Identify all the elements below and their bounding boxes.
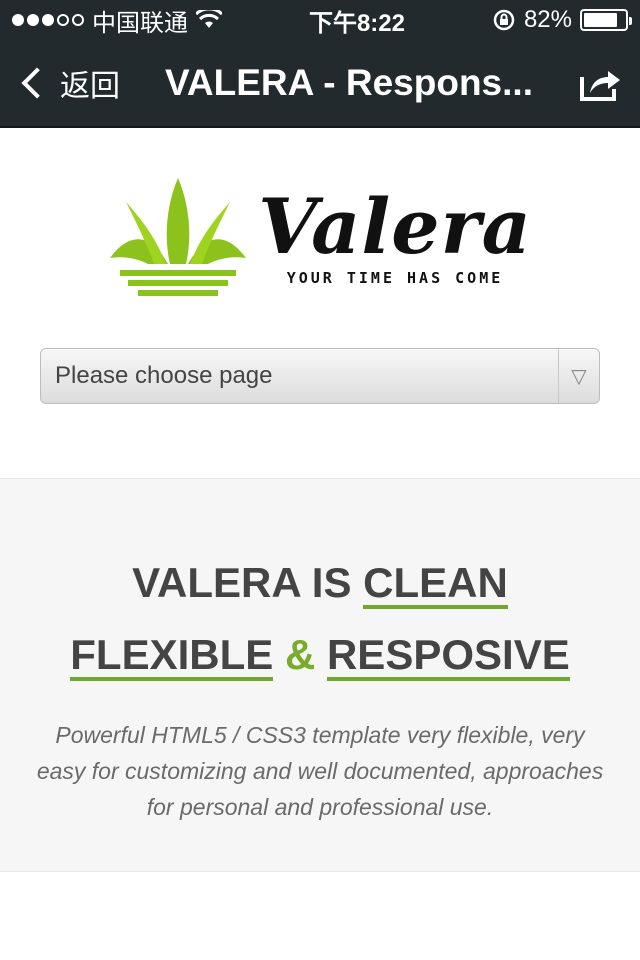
headline-ampersand: &	[284, 631, 316, 678]
share-icon[interactable]	[578, 63, 622, 103]
headline-responsive: RESPOSIVE	[326, 633, 570, 681]
signal-strength-icon	[12, 14, 84, 26]
leaf-icon	[110, 178, 247, 296]
wifi-icon	[196, 10, 222, 28]
battery-percent: 82%	[523, 6, 572, 33]
page-select[interactable]: Please choose page ▽	[40, 348, 600, 404]
navigation-bar: 返回 VALERA - Respons...	[0, 40, 640, 128]
rotation-lock-icon	[493, 9, 515, 31]
hero-section: VALERA IS CLEAN FLEXIBLE & RESPOSIVE Pow…	[0, 478, 640, 872]
hero-description: Powerful HTML5 / CSS3 template very flex…	[36, 722, 604, 820]
hero-headline: VALERA IS CLEAN FLEXIBLE & RESPOSIVE	[0, 547, 640, 691]
battery-icon	[580, 9, 632, 31]
headline-prefix: VALERA IS	[132, 559, 352, 606]
page-title: VALERA - Respons...	[165, 62, 533, 103]
chevron-down-icon[interactable]: ▽	[558, 349, 599, 403]
chevron-left-icon	[21, 67, 53, 99]
carrier-name: 中国联通	[92, 9, 188, 37]
headline-flexible: FLEXIBLE	[70, 633, 274, 681]
valera-logo[interactable]: Valera YOUR TIME HAS COME	[108, 176, 532, 300]
page-select-value: Please choose page	[55, 362, 273, 389]
brand-tagline: YOUR TIME HAS COME	[286, 269, 504, 287]
logo-area: Valera YOUR TIME HAS COME	[0, 128, 640, 348]
back-button[interactable]: 返回	[18, 61, 120, 105]
brand-name: Valera	[258, 182, 532, 271]
status-time: 下午8:22	[308, 9, 405, 37]
status-bar: 中国联通 下午8:22 82%	[0, 0, 640, 40]
headline-clean: CLEAN	[363, 561, 508, 609]
back-label: 返回	[60, 70, 120, 103]
